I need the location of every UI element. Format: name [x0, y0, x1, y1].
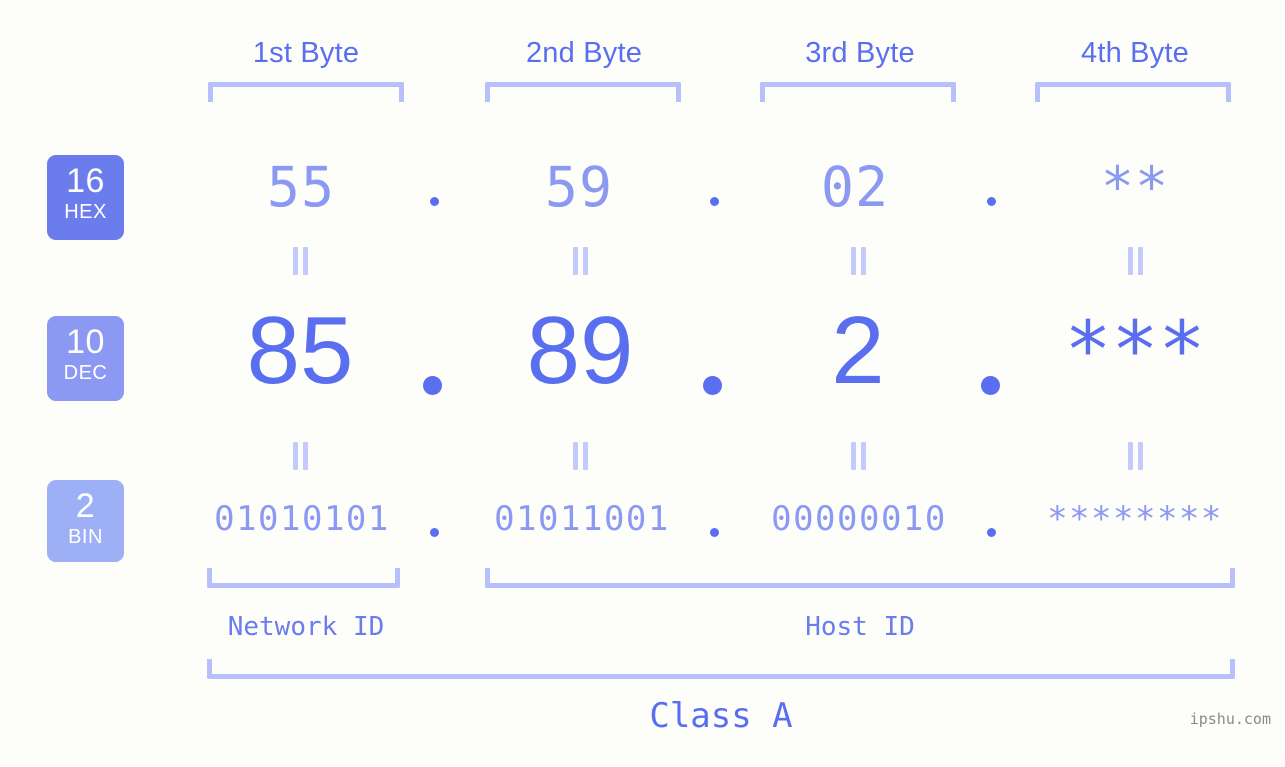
bin-octet-4: ******** [1047, 499, 1223, 539]
base-badge-dec-number: 10 [66, 323, 105, 361]
equals-mark-dec-bin-1 [292, 442, 310, 470]
network-id-bracket [207, 568, 400, 588]
hex-separator-dot-2 [710, 197, 719, 206]
base-badge-dec: 10 DEC [47, 316, 124, 401]
dec-separator-dot-3 [981, 376, 1000, 395]
network-id-label: Network ID [227, 612, 385, 642]
equals-mark-dec-bin-3 [850, 442, 868, 470]
equals-mark-hex-dec-4 [1127, 247, 1145, 275]
dec-octet-2: 89 [526, 297, 634, 404]
dec-separator-dot-2 [703, 376, 722, 395]
base-badge-hex-number: 16 [66, 162, 105, 200]
dec-octet-1: 85 [246, 297, 354, 404]
equals-mark-dec-bin-4 [1127, 442, 1145, 470]
host-id-bracket [485, 568, 1235, 588]
byte-header-4: 4th Byte [1081, 37, 1189, 69]
byte-header-1: 1st Byte [252, 37, 360, 69]
bin-separator-dot-1 [430, 528, 439, 537]
byte-bracket-4 [1035, 82, 1231, 102]
watermark: ipshu.com [1189, 710, 1271, 728]
bin-octet-2: 01011001 [494, 499, 670, 539]
base-badge-bin: 2 BIN [47, 480, 124, 562]
base-badge-bin-name: BIN [68, 526, 103, 548]
base-badge-bin-number: 2 [75, 487, 96, 525]
class-label: Class A [649, 696, 793, 736]
bin-octet-3: 00000010 [771, 499, 947, 539]
hex-separator-dot-3 [987, 197, 996, 206]
base-badge-dec-name: DEC [63, 362, 108, 384]
class-bracket [207, 659, 1235, 679]
byte-bracket-3 [760, 82, 956, 102]
host-id-label: Host ID [805, 612, 915, 642]
byte-header-2: 2nd Byte [525, 37, 643, 69]
hex-octet-1: 55 [266, 155, 336, 219]
byte-header-3: 3rd Byte [805, 37, 915, 69]
hex-octet-4: ** [1100, 155, 1170, 219]
byte-bracket-2 [485, 82, 681, 102]
equals-mark-hex-dec-2 [572, 247, 590, 275]
dec-octet-4: *** [1064, 306, 1206, 396]
base-badge-hex-name: HEX [64, 201, 107, 223]
hex-octet-2: 59 [544, 155, 614, 219]
dec-octet-3: 2 [831, 297, 885, 404]
dec-separator-dot-1 [423, 376, 442, 395]
base-badge-hex: 16 HEX [47, 155, 124, 240]
byte-bracket-1 [208, 82, 404, 102]
equals-mark-hex-dec-1 [292, 247, 310, 275]
equals-mark-dec-bin-2 [572, 442, 590, 470]
equals-mark-hex-dec-3 [850, 247, 868, 275]
bin-separator-dot-3 [987, 528, 996, 537]
hex-octet-3: 02 [820, 155, 890, 219]
bin-octet-1: 01010101 [214, 499, 390, 539]
hex-separator-dot-1 [430, 197, 439, 206]
bin-separator-dot-2 [710, 528, 719, 537]
ip-address-breakdown-diagram: 1st Byte 2nd Byte 3rd Byte 4th Byte 16 H… [0, 0, 1285, 767]
